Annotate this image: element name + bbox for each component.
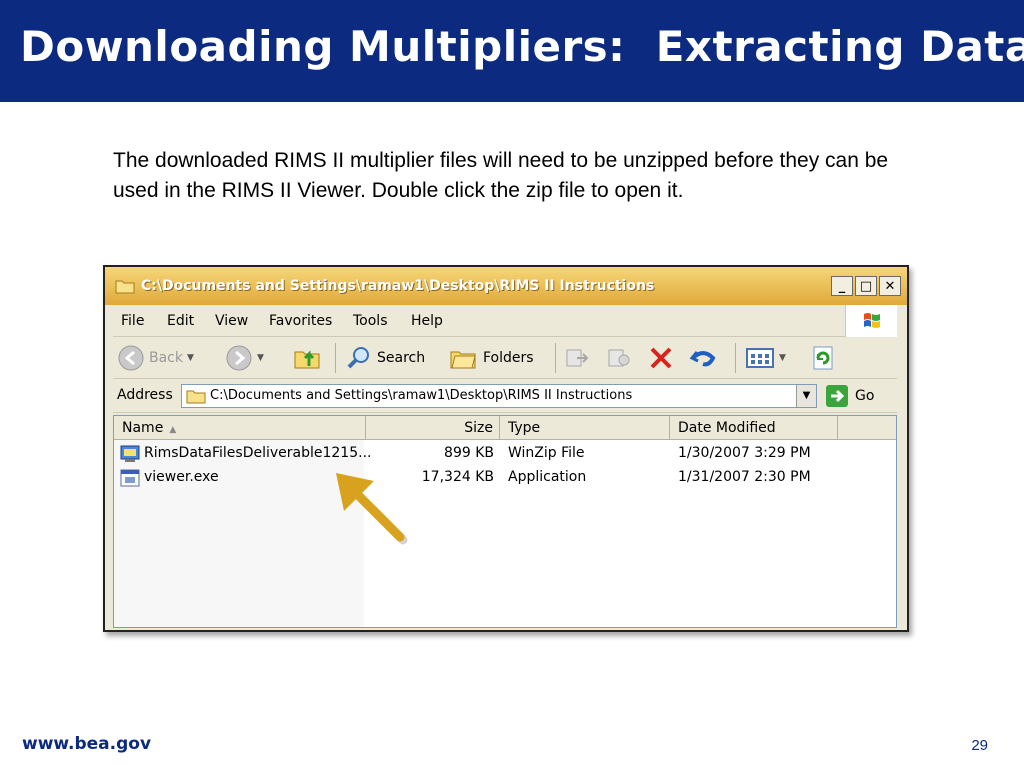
refresh-icon <box>813 346 833 370</box>
file-type: WinZip File <box>508 445 585 461</box>
callout-arrow-icon <box>336 473 408 545</box>
undo-icon <box>689 351 716 367</box>
address-dropdown-button[interactable]: ▼ <box>796 385 816 407</box>
folders-label: Folders <box>483 350 534 366</box>
file-name: RimsDataFilesDeliverable1215... <box>144 445 372 461</box>
move-to-icon <box>566 349 589 367</box>
address-bar: Address C:\Documents and Settings\ramaw1… <box>113 379 897 413</box>
menu-tools[interactable]: Tools <box>353 313 388 329</box>
window-caption-bar[interactable]: C:\Documents and Settings\ramaw1\Desktop… <box>105 267 907 305</box>
close-button[interactable]: ✕ <box>879 276 901 296</box>
delete-icon <box>650 347 672 369</box>
menu-file[interactable]: File <box>121 313 144 329</box>
caption-buttons: _ □ ✕ <box>831 276 901 296</box>
folders-icon <box>450 351 476 369</box>
menu-bar: File Edit View Favorites Tools Help <box>113 305 897 337</box>
file-type: Application <box>508 469 587 485</box>
explorer-window: C:\Documents and Settings\ramaw1\Desktop… <box>103 265 909 632</box>
up-folder-icon <box>294 350 320 369</box>
back-arrow-icon <box>118 345 144 371</box>
forward-arrow-icon <box>226 345 252 371</box>
forward-button[interactable]: ▼ <box>225 343 264 373</box>
file-list: Name ▲ Size Type Date Modified RimsDataFi… <box>113 415 897 628</box>
slide-title-bar: Downloading Multipliers: Extracting Data <box>0 0 1024 102</box>
chevron-down-icon[interactable]: ▼ <box>187 353 194 363</box>
menu-view[interactable]: View <box>215 313 248 329</box>
winzip-icon <box>120 445 140 462</box>
file-name: viewer.exe <box>144 469 219 485</box>
chevron-down-icon[interactable]: ▼ <box>257 353 264 363</box>
application-icon <box>120 469 140 487</box>
column-size[interactable]: Size <box>366 416 500 440</box>
address-value: C:\Documents and Settings\ramaw1\Desktop… <box>210 388 633 403</box>
copy-to-icon <box>608 349 630 367</box>
back-button[interactable]: Back ▼ <box>117 343 194 373</box>
minimize-button[interactable]: _ <box>831 276 853 296</box>
file-date: 1/31/2007 2:30 PM <box>678 469 811 485</box>
move-to-button[interactable] <box>563 343 591 373</box>
maximize-button[interactable]: □ <box>855 276 877 296</box>
table-row[interactable]: viewer.exe 17,324 KB Application 1/31/20… <box>114 466 896 490</box>
column-date-label: Date Modified <box>678 420 776 436</box>
chevron-down-icon[interactable]: ▼ <box>779 353 786 363</box>
search-icon <box>347 347 369 369</box>
undo-button[interactable] <box>689 343 717 373</box>
toolbar-separator <box>555 343 556 373</box>
column-name[interactable]: Name ▲ <box>114 416 366 440</box>
file-date: 1/30/2007 3:29 PM <box>678 445 811 461</box>
search-button[interactable]: Search <box>345 343 425 373</box>
delete-button[interactable] <box>647 343 675 373</box>
file-size: 899 KB <box>444 445 494 461</box>
menu-favorites[interactable]: Favorites <box>269 313 332 329</box>
go-label: Go <box>855 388 875 404</box>
copy-to-button[interactable] <box>605 343 633 373</box>
views-icon <box>746 348 774 368</box>
column-date-modified[interactable]: Date Modified <box>670 416 838 440</box>
footer-url[interactable]: www.bea.gov <box>22 734 151 754</box>
column-name-label: Name <box>122 420 164 436</box>
refresh-button[interactable] <box>809 343 837 373</box>
address-label: Address <box>117 387 173 403</box>
folders-button[interactable]: Folders <box>449 343 534 373</box>
toolbar: Back ▼ ▼ Search Folders ▼ <box>113 337 897 379</box>
slide-title: Downloading Multipliers: Extracting Data <box>20 22 1024 71</box>
back-label: Back <box>149 350 183 366</box>
column-size-label: Size <box>464 420 493 436</box>
table-row[interactable]: RimsDataFilesDeliverable1215... 899 KB W… <box>114 442 896 466</box>
address-input[interactable]: C:\Documents and Settings\ramaw1\Desktop… <box>181 384 817 408</box>
toolbar-separator <box>335 343 336 373</box>
menu-edit[interactable]: Edit <box>167 313 194 329</box>
folder-icon <box>186 390 206 404</box>
up-folder-button[interactable] <box>293 343 323 373</box>
window-caption-title: C:\Documents and Settings\ramaw1\Desktop… <box>141 278 655 294</box>
menu-help[interactable]: Help <box>411 313 443 329</box>
column-type-label: Type <box>508 420 541 436</box>
go-arrow-icon <box>826 385 848 407</box>
intro-text: The downloaded RIMS II multiplier files … <box>113 149 889 202</box>
page-number: 29 <box>971 737 988 754</box>
sort-ascending-icon: ▲ <box>169 425 177 435</box>
go-button[interactable]: Go <box>825 384 874 408</box>
column-header: Name ▲ Size Type Date Modified <box>114 416 896 440</box>
folder-icon <box>115 280 135 294</box>
toolbar-separator <box>735 343 736 373</box>
windows-logo-icon <box>845 305 897 337</box>
column-type[interactable]: Type <box>500 416 670 440</box>
views-button[interactable]: ▼ <box>745 343 786 373</box>
search-label: Search <box>377 350 426 366</box>
